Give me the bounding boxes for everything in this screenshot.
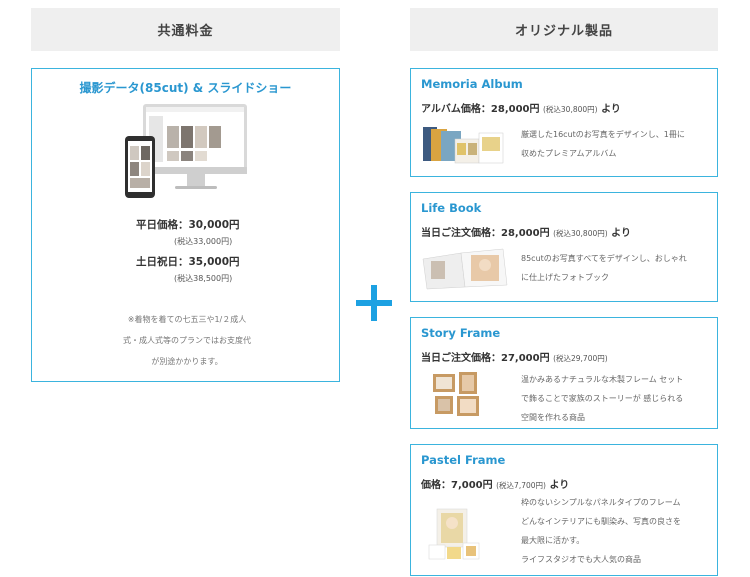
product-price: 価格：7,000円 (税込7,700円) より — [421, 480, 570, 491]
holiday-price-tax: (税込38,500円) — [174, 274, 233, 283]
product-card-memoria-album: Memoria Album アルバム価格：28,000円 (税込30,800円)… — [410, 68, 718, 177]
common-price-header: 共通料金 — [31, 8, 340, 51]
product-name: Life Book — [421, 201, 482, 215]
product-description: 85cutのお写真すべてをデザインし、おしゃれ に仕上げたフォトブック — [521, 254, 687, 282]
product-name: Story Frame — [421, 326, 501, 340]
panel-frame-product-image — [428, 508, 480, 560]
product-card-story-frame: Story Frame 当日ご注文価格：27,000円 (税込29,700円) … — [410, 317, 718, 429]
product-name: Pastel Frame — [421, 453, 506, 467]
product-description: 厳選した16cutのお写真をデザインし、1冊に 収めたプレミアムアルバム — [521, 130, 685, 158]
wooden-frame-product-image — [433, 372, 479, 416]
product-price: 当日ご注文価格：28,000円 (税込30,800円) より — [421, 228, 631, 239]
product-card-pastel-frame: Pastel Frame 価格：7,000円 (税込7,700円) より 枠のな… — [410, 444, 718, 576]
weekday-price-tax: (税込33,000円) — [174, 237, 233, 246]
product-description: 枠のないシンプルなパネルタイプのフレーム どんなインテリアにも馴染み、写真の良さ… — [521, 498, 681, 564]
product-description: 温かみあるナチュラルな木製フレーム セット で飾ることで家族のストーリーが 感じ… — [521, 375, 684, 422]
common-price-note: ※着物を着ての七五三や1/２成人 式・成人式等のプランではお支度代 が別途かかり… — [123, 315, 251, 366]
original-products-header: オリジナル製品 — [410, 8, 718, 51]
weekday-price: 平日価格：30,000円 — [136, 219, 240, 231]
common-price-card: 撮影データ(85cut) & スライドショー 平日価格：30,000円 (税込3… — [31, 68, 340, 382]
product-price: アルバム価格：28,000円 (税込30,800円) より — [421, 104, 621, 115]
common-price-title: 撮影データ(85cut) & スライドショー — [79, 81, 292, 95]
plus-icon — [356, 285, 392, 321]
product-price: 当日ご注文価格：27,000円 (税込29,700円) — [421, 353, 608, 364]
holiday-price: 土日祝日：35,000円 — [136, 256, 240, 268]
product-card-life-book: Life Book 当日ご注文価格：28,000円 (税込30,800円) より… — [410, 192, 718, 302]
product-name: Memoria Album — [421, 77, 523, 91]
photobook-product-image — [422, 248, 508, 290]
album-product-image — [423, 127, 504, 164]
